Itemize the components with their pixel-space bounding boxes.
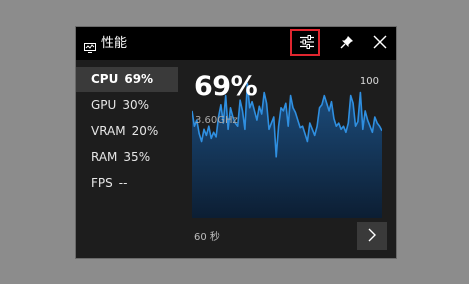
sidebar-item-value: 69% [124, 72, 154, 86]
close-button[interactable] [365, 27, 395, 60]
title-bar[interactable]: 性能 [76, 27, 396, 60]
pin-button[interactable] [332, 27, 362, 60]
sidebar-item-vram[interactable]: VRAM 20% [76, 119, 178, 144]
sidebar-item-fps[interactable]: FPS -- [76, 171, 178, 196]
sidebar-item-value: 20% [131, 124, 159, 138]
sidebar-item-value: -- [118, 176, 128, 190]
sidebar-item-label: RAM [91, 150, 118, 164]
performance-monitor-icon [84, 38, 96, 53]
sidebar-item-cpu[interactable]: CPU 69% [76, 67, 178, 92]
sidebar-item-label: CPU [91, 72, 119, 86]
settings-highlight-box [290, 29, 320, 56]
pin-icon [340, 34, 354, 53]
sidebar-item-gpu[interactable]: GPU 30% [76, 93, 178, 118]
performance-widget: 性能 CPU 69% GPU 30% VRAM 20% RAM 35% FPS … [76, 27, 396, 258]
sidebar-item-label: FPS [91, 176, 113, 190]
close-icon [373, 34, 387, 53]
graph-max-label: 100 [359, 76, 379, 87]
sidebar-item-label: VRAM [91, 124, 126, 138]
window-title: 性能 [101, 36, 128, 51]
sidebar-item-ram[interactable]: RAM 35% [76, 145, 178, 170]
sidebar-item-value: 30% [122, 98, 149, 112]
metric-sidebar: CPU 69% GPU 30% VRAM 20% RAM 35% FPS -- [76, 67, 178, 197]
chevron-right-icon [367, 227, 377, 246]
next-button[interactable] [357, 222, 387, 250]
cpu-frequency: 3.60GHz [195, 115, 238, 126]
time-window-label: 60 秒 [194, 232, 220, 243]
cpu-percent-readout: 69% [194, 71, 258, 102]
sidebar-item-label: GPU [91, 98, 117, 112]
sidebar-item-value: 35% [123, 150, 151, 164]
